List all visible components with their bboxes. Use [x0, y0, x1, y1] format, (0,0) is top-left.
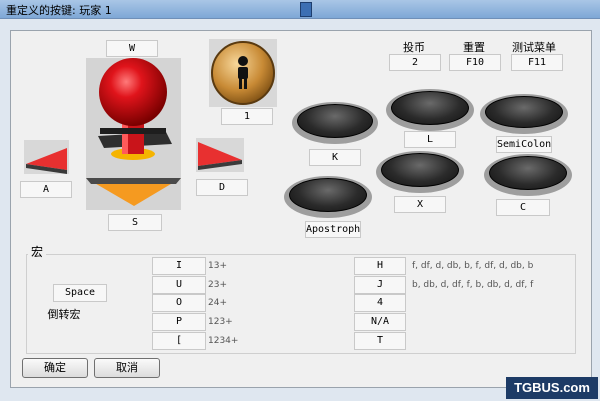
key-right-field[interactable]: D — [196, 179, 248, 196]
test-menu-caption: 测试菜单 — [512, 41, 556, 54]
reset-caption: 重置 — [463, 41, 485, 54]
taskbar-app-icon — [300, 2, 312, 17]
reverse-macro-label: 倒转宏 — [47, 308, 81, 321]
button-2-key-field[interactable]: L — [404, 131, 456, 148]
button-1-pad[interactable] — [290, 100, 380, 146]
joystick-image — [86, 58, 181, 210]
macro-right-seq-2: b, db, d, df, f, b, db, d, df, f — [412, 280, 534, 290]
macro-left-seq-1: 13+ — [208, 261, 227, 271]
button-4-pad[interactable] — [282, 174, 374, 220]
macro-left-seq-4: 123+ — [208, 317, 233, 327]
button-1-icon — [297, 104, 373, 138]
macro-left-seq-2: 23+ — [208, 280, 227, 290]
player-button-image — [209, 39, 277, 107]
coin-caption: 投币 — [403, 41, 425, 54]
cancel-button[interactable]: 取消 — [94, 358, 160, 378]
button-4-icon — [289, 178, 367, 212]
window-title: 重定义的按键: 玩家 1 — [6, 4, 112, 17]
button-6-key-field[interactable]: C — [496, 199, 550, 216]
watermark-logo: TGBUS.com — [506, 377, 598, 399]
button-5-pad[interactable] — [374, 149, 466, 195]
button-6-pad[interactable] — [482, 152, 574, 198]
joystick-icon — [86, 58, 181, 206]
key-left-field[interactable]: A — [20, 181, 72, 198]
macro-right-key-3[interactable]: 4 — [354, 294, 406, 312]
button-3-pad[interactable] — [478, 92, 570, 136]
key-up-field[interactable]: W — [106, 40, 158, 57]
left-arrow-image — [24, 140, 69, 174]
key-down-field[interactable]: S — [108, 214, 162, 231]
macro-left-key-5[interactable]: [ — [152, 332, 206, 350]
button-2-icon — [391, 91, 469, 125]
button-5-key-field[interactable]: X — [394, 196, 446, 213]
macro-right-key-1[interactable]: H — [354, 257, 406, 275]
macro-right-key-4[interactable]: N/A — [354, 313, 406, 331]
macro-left-key-1[interactable]: I — [152, 257, 206, 275]
button-1-key-field[interactable]: K — [309, 149, 361, 166]
macro-group-title: 宏 — [28, 243, 47, 260]
key-player-field[interactable]: 1 — [221, 108, 273, 125]
macro-right-key-2[interactable]: J — [354, 276, 406, 294]
ok-button[interactable]: 确定 — [22, 358, 88, 378]
left-arrow-icon — [26, 148, 67, 174]
coin-key-field[interactable]: 2 — [389, 54, 441, 71]
reset-key-field[interactable]: F10 — [449, 54, 501, 71]
button-6-icon — [489, 156, 567, 190]
title-bar: 重定义的按键: 玩家 1 — [0, 0, 600, 19]
macro-right-seq-1: f, df, d, db, b, f, df, d, db, b — [412, 261, 534, 271]
macro-left-seq-3: 24+ — [208, 298, 227, 308]
button-3-icon — [485, 96, 563, 128]
macro-left-seq-5: 1234+ — [208, 336, 239, 346]
macro-right-key-5[interactable]: T — [354, 332, 406, 350]
macro-left-key-2[interactable]: U — [152, 276, 206, 294]
right-arrow-image — [196, 138, 244, 172]
right-arrow-icon — [198, 142, 242, 170]
macro-left-key-4[interactable]: P — [152, 313, 206, 331]
button-5-icon — [381, 153, 459, 187]
button-4-key-field[interactable]: Apostroph — [305, 221, 361, 238]
button-2-pad[interactable] — [384, 87, 476, 133]
test-menu-key-field[interactable]: F11 — [511, 54, 563, 71]
reverse-macro-key-field[interactable]: Space — [53, 284, 107, 302]
player-icon — [211, 41, 275, 105]
button-3-key-field[interactable]: SemiColon — [496, 136, 552, 153]
macro-left-key-3[interactable]: O — [152, 294, 206, 312]
